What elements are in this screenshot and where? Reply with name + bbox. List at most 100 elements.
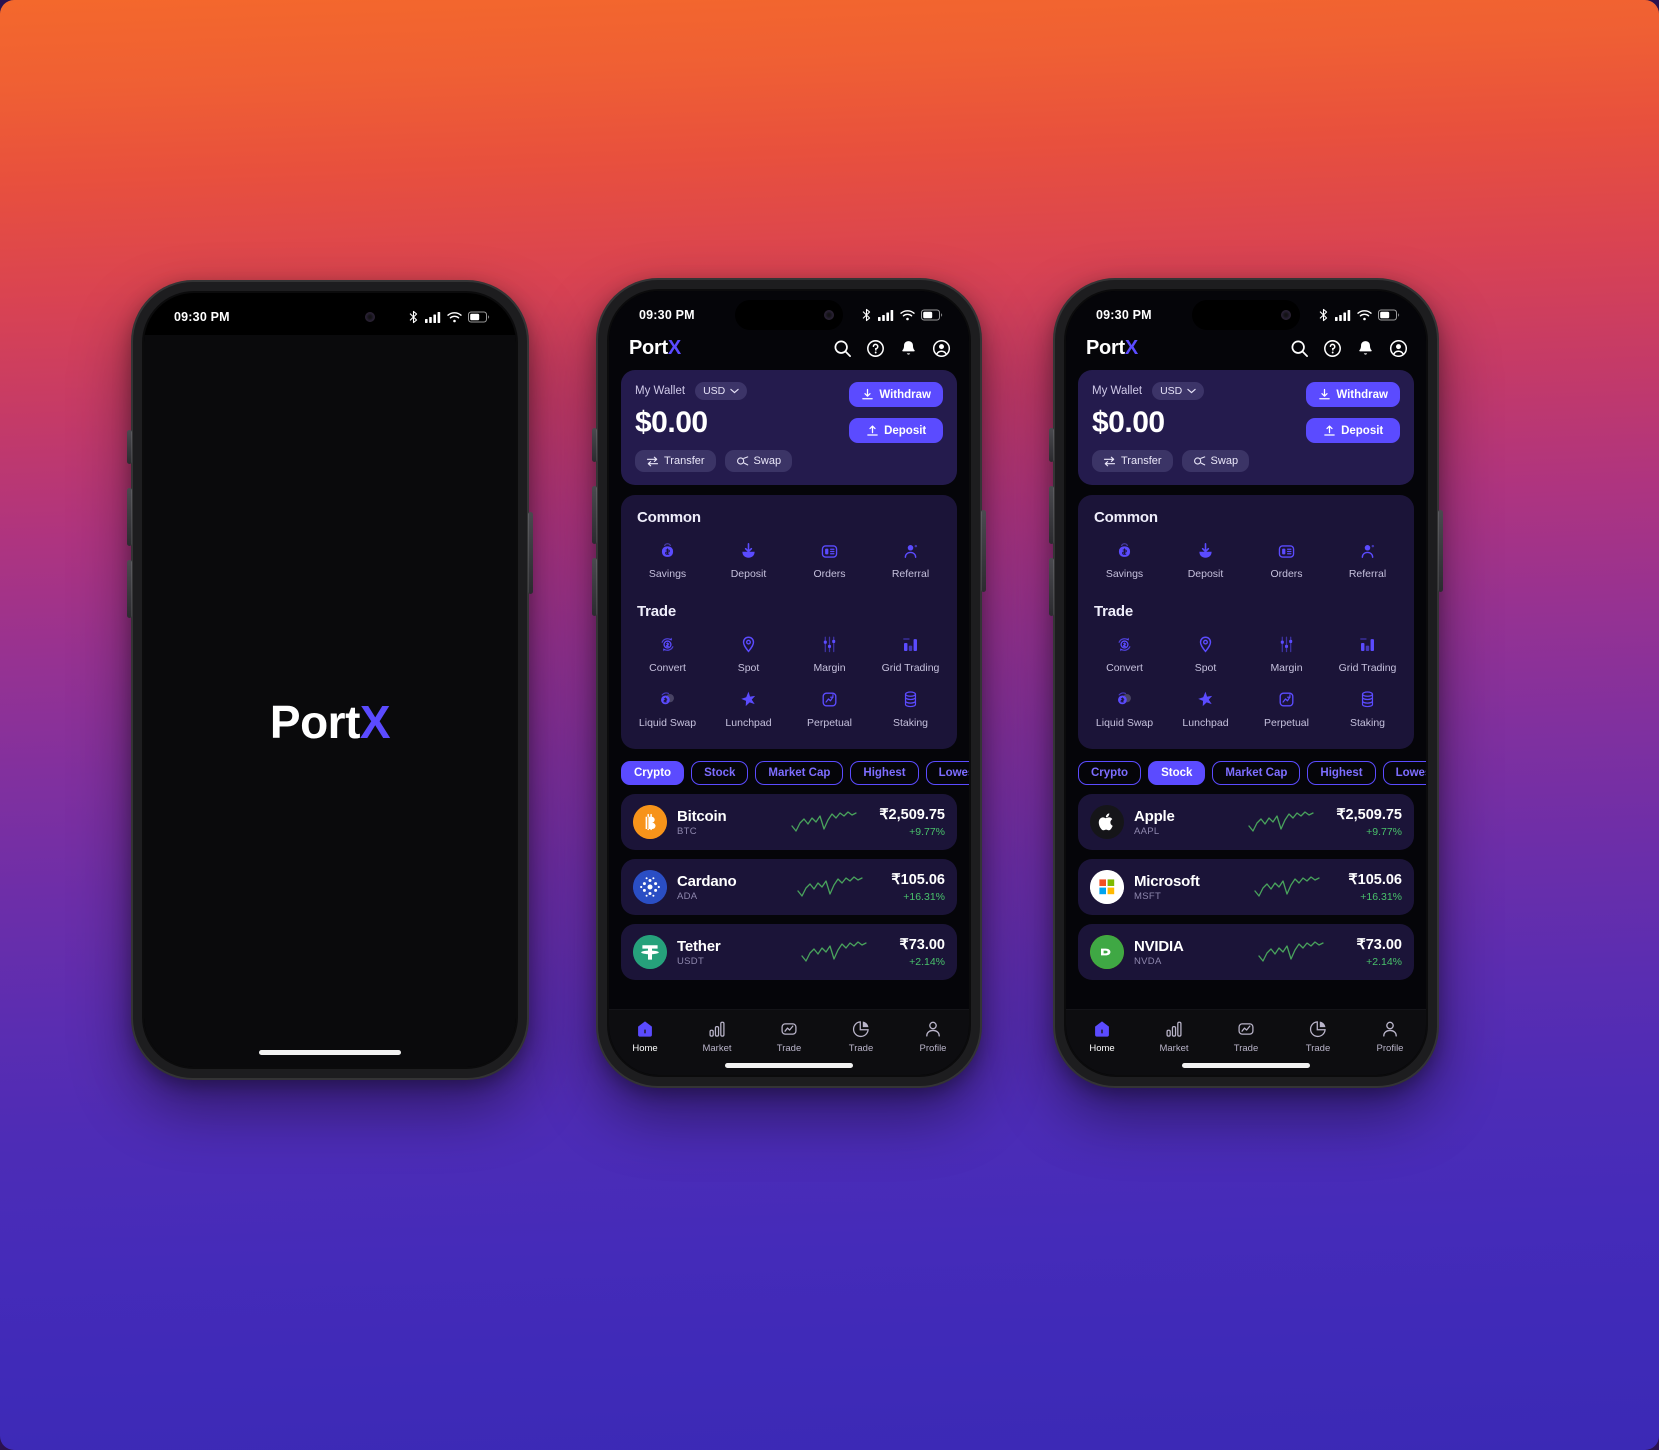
nav-item-home[interactable]: Home <box>615 1018 675 1054</box>
bell-icon[interactable] <box>1356 339 1375 358</box>
home-indicator[interactable] <box>259 1050 401 1055</box>
menu-item-savings[interactable]: Savings <box>1084 536 1165 587</box>
volume-down-button-2[interactable] <box>592 558 597 616</box>
home-indicator[interactable] <box>725 1063 853 1068</box>
menu-item-savings[interactable]: Savings <box>627 536 708 587</box>
menu-item-liquid-swap[interactable]: Liquid Swap <box>627 685 708 736</box>
menu-item-grid-trading[interactable]: Grid Trading <box>870 630 951 681</box>
asset-price-block: ₹2,509.75 +9.77% <box>1336 807 1402 838</box>
chip-highest[interactable]: Highest <box>1307 761 1376 786</box>
menu-item-spot[interactable]: Spot <box>1165 630 1246 681</box>
menu-item-margin[interactable]: Margin <box>789 630 870 681</box>
withdraw-button[interactable]: Withdraw <box>1306 382 1400 407</box>
status-bar-2: 09:30 PM <box>609 291 969 333</box>
menu-item-orders[interactable]: Orders <box>789 536 870 587</box>
phone-splash: 09:30 PM PortX <box>127 280 533 1080</box>
transfer-button[interactable]: Transfer <box>635 450 716 472</box>
nav-item-market[interactable]: Market <box>1144 1018 1204 1054</box>
nav-item-market[interactable]: Market <box>687 1018 747 1054</box>
nav-item-profile[interactable]: Profile <box>903 1018 963 1054</box>
table-row[interactable]: NVIDIA NVDA ₹73.00 +2.14% <box>1078 924 1414 981</box>
app-scroll-area-3[interactable]: My Wallet USD $0.00 Transfer Swap Withdr… <box>1066 370 1426 1075</box>
swap-button[interactable]: Swap <box>1181 450 1250 472</box>
menu-item-orders[interactable]: Orders <box>1246 536 1327 587</box>
menu-card: Common Savings Deposit Orders Referral T… <box>621 495 957 750</box>
help-circle-icon[interactable] <box>866 339 885 358</box>
nav-item-trade-2[interactable]: Trade <box>1288 1018 1348 1054</box>
home-indicator[interactable] <box>1182 1063 1310 1068</box>
status-indicators-3 <box>1318 308 1400 322</box>
front-camera-3 <box>1281 310 1291 320</box>
battery-icon <box>1378 309 1400 321</box>
menu-item-referral[interactable]: Referral <box>870 536 951 587</box>
menu-item-deposit[interactable]: Deposit <box>708 536 789 587</box>
account-circle-icon[interactable] <box>932 339 951 358</box>
menu-item-referral[interactable]: Referral <box>1327 536 1408 587</box>
menu-item-spot[interactable]: Spot <box>708 630 789 681</box>
nav-item-trade[interactable]: Trade <box>759 1018 819 1054</box>
power-button[interactable] <box>528 512 533 594</box>
table-row[interactable]: Tether USDT ₹73.00 +2.14% <box>621 924 957 981</box>
search-icon[interactable] <box>1290 339 1309 358</box>
swap-button[interactable]: Swap <box>724 450 793 472</box>
menu-label: Savings <box>1105 568 1144 580</box>
margin-sliders-icon <box>1276 634 1297 656</box>
menu-item-perpetual[interactable]: Perpetual <box>1246 685 1327 736</box>
menu-item-margin[interactable]: Margin <box>1246 630 1327 681</box>
menu-item-perpetual[interactable]: Perpetual <box>789 685 870 736</box>
menu-item-convert[interactable]: Convert <box>1084 630 1165 681</box>
menu-item-grid-trading[interactable]: Grid Trading <box>1327 630 1408 681</box>
table-row[interactable]: Cardano ADA ₹105.06 +16.31% <box>621 859 957 916</box>
silent-switch[interactable] <box>127 430 132 464</box>
transfer-button[interactable]: Transfer <box>1092 450 1173 472</box>
sparkline-chart <box>1236 939 1346 965</box>
chip-stock[interactable]: Stock <box>691 761 749 786</box>
chip-highest[interactable]: Highest <box>850 761 919 786</box>
chip-lowest[interactable]: Lowest <box>925 761 969 786</box>
menu-item-lunchpad[interactable]: Lunchpad <box>708 685 789 736</box>
volume-up-button[interactable] <box>127 488 132 546</box>
currency-selector[interactable]: USD <box>1152 382 1205 400</box>
volume-up-button-2[interactable] <box>592 486 597 544</box>
withdraw-button[interactable]: Withdraw <box>849 382 943 407</box>
account-circle-icon[interactable] <box>1389 339 1408 358</box>
search-icon[interactable] <box>833 339 852 358</box>
asset-change: +16.31% <box>1360 890 1402 903</box>
chip-crypto[interactable]: Crypto <box>1078 761 1142 786</box>
chip-crypto[interactable]: Crypto <box>621 761 685 786</box>
menu-item-deposit[interactable]: Deposit <box>1165 536 1246 587</box>
bars-icon <box>1164 1018 1184 1039</box>
help-circle-icon[interactable] <box>1323 339 1342 358</box>
app-scroll-area[interactable]: My Wallet USD $0.00 Transfer Swap Withdr… <box>609 370 969 1075</box>
nav-item-home[interactable]: Home <box>1072 1018 1132 1054</box>
power-button-3[interactable] <box>1438 510 1443 592</box>
nav-item-profile[interactable]: Profile <box>1360 1018 1420 1054</box>
silent-switch-2[interactable] <box>592 428 597 462</box>
menu-item-lunchpad[interactable]: Lunchpad <box>1165 685 1246 736</box>
volume-down-button-3[interactable] <box>1049 558 1054 616</box>
currency-selector[interactable]: USD <box>695 382 748 400</box>
power-button-2[interactable] <box>981 510 986 592</box>
volume-up-button-3[interactable] <box>1049 486 1054 544</box>
volume-down-button[interactable] <box>127 560 132 618</box>
table-row[interactable]: Bitcoin BTC ₹2,509.75 +9.77% <box>621 794 957 851</box>
chip-market-cap[interactable]: Market Cap <box>755 761 844 786</box>
deposit-button[interactable]: Deposit <box>1306 418 1400 443</box>
chip-stock[interactable]: Stock <box>1148 761 1206 786</box>
silent-switch-3[interactable] <box>1049 428 1054 462</box>
nav-item-trade-2[interactable]: Trade <box>831 1018 891 1054</box>
menu-item-staking[interactable]: Staking <box>1327 685 1408 736</box>
chip-market-cap[interactable]: Market Cap <box>1212 761 1301 786</box>
chip-lowest[interactable]: Lowest <box>1382 761 1426 786</box>
deposit-button[interactable]: Deposit <box>849 418 943 443</box>
bell-icon[interactable] <box>899 339 918 358</box>
menu-item-convert[interactable]: Convert <box>627 630 708 681</box>
table-row[interactable]: Microsoft MSFT ₹105.06 +16.31% <box>1078 859 1414 916</box>
swap-label: Swap <box>1210 455 1239 467</box>
menu-item-liquid-swap[interactable]: Liquid Swap <box>1084 685 1165 736</box>
wallet-card: My Wallet USD $0.00 Transfer Swap Withdr… <box>621 370 957 485</box>
table-row[interactable]: Apple AAPL ₹2,509.75 +9.77% <box>1078 794 1414 851</box>
nav-item-trade[interactable]: Trade <box>1216 1018 1276 1054</box>
menu-item-staking[interactable]: Staking <box>870 685 951 736</box>
cellular-icon <box>878 310 894 321</box>
